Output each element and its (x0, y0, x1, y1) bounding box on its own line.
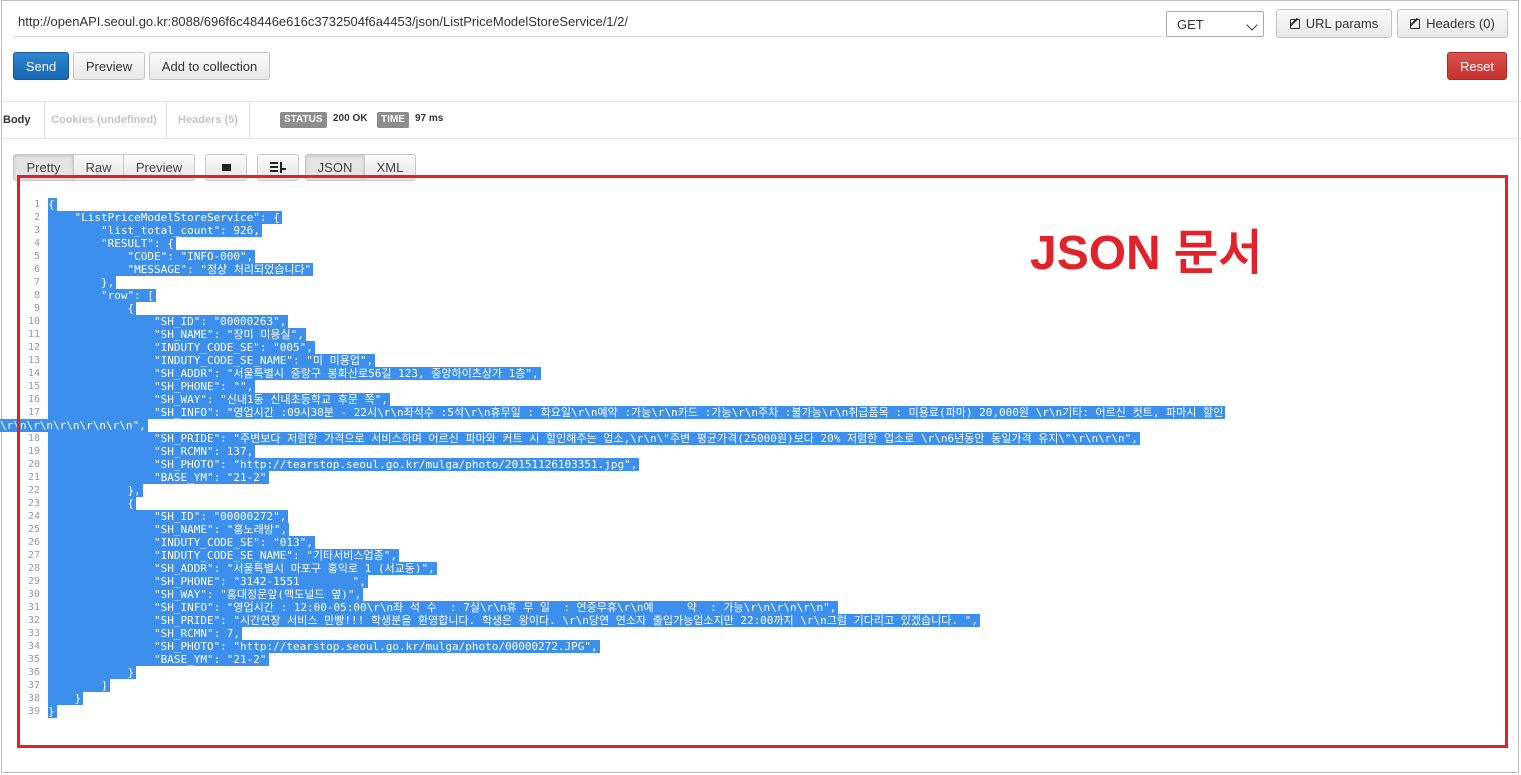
send-button[interactable]: Send (13, 52, 69, 80)
url-params-button[interactable]: URL params (1276, 9, 1392, 38)
headers-label: Headers (0) (1426, 16, 1495, 31)
method-value: GET (1177, 17, 1204, 32)
tab-headers[interactable]: Headers (5) (167, 102, 250, 138)
url-input[interactable]: http://openAPI.seoul.go.kr:8088/696f6c48… (13, 8, 1163, 37)
highlight-box (17, 175, 1508, 748)
time-value: 97 ms (415, 113, 444, 124)
add-to-collection-button[interactable]: Add to collection (149, 52, 270, 80)
time-badge: TIME (377, 112, 409, 128)
preview-button[interactable]: Preview (73, 52, 145, 80)
response-tabs-bar: Body Cookies (undefined) Headers (5) STA… (0, 101, 1521, 139)
align-icon (270, 162, 286, 173)
tab-cookies[interactable]: Cookies (undefined) (42, 102, 167, 138)
chevron-down-icon (1246, 19, 1258, 31)
status-badge: STATUS (280, 112, 327, 128)
url-text: http://openAPI.seoul.go.kr:8088/696f6c48… (18, 14, 628, 29)
tab-body-label: Body (3, 114, 31, 126)
tab-cookies-label: Cookies (undefined) (51, 114, 157, 126)
url-params-label: URL params (1305, 16, 1379, 31)
reset-button[interactable]: Reset (1447, 52, 1507, 80)
tab-body[interactable]: Body (0, 102, 45, 138)
edit-icon (1289, 18, 1300, 29)
tab-headers-label: Headers (5) (178, 114, 238, 126)
status-value: 200 OK (333, 113, 368, 124)
headers-button[interactable]: Headers (0) (1397, 9, 1508, 38)
edit-icon (1410, 18, 1421, 29)
method-select[interactable]: GET (1166, 11, 1264, 37)
square-icon (221, 164, 231, 171)
annotation-label: JSON 문서 (1030, 227, 1263, 280)
